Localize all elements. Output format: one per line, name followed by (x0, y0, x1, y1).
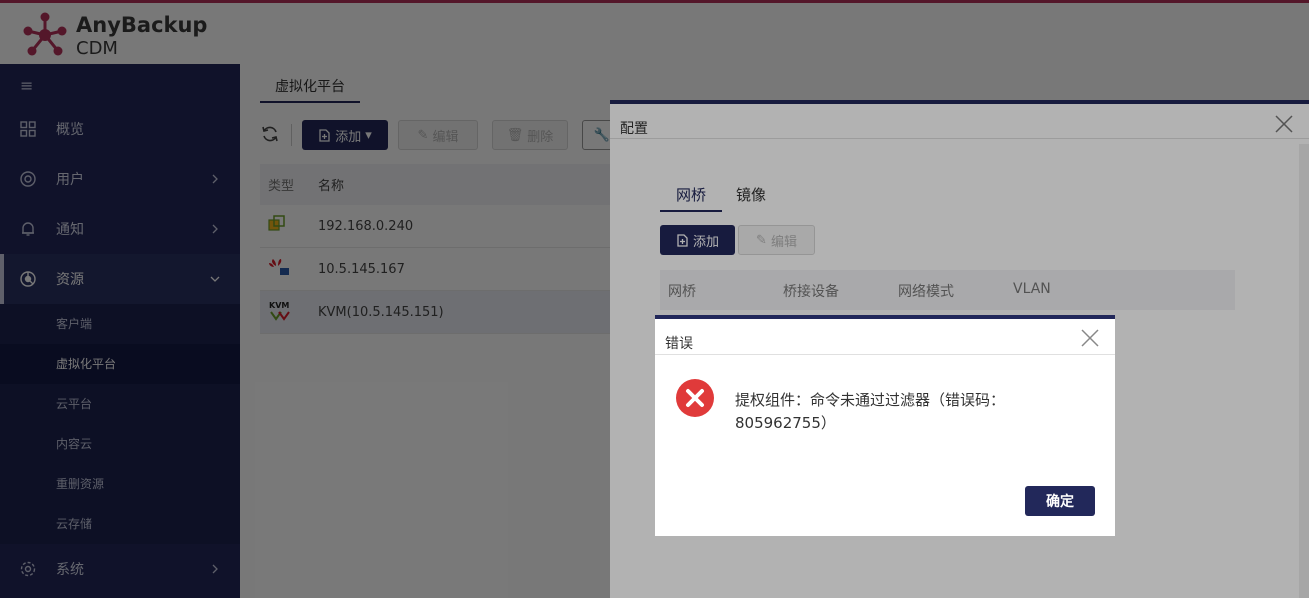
error-icon (676, 379, 714, 417)
close-icon[interactable] (1079, 327, 1101, 349)
ok-button[interactable]: 确定 (1025, 486, 1095, 516)
error-message: 提权组件：命令未通过过滤器（错误码：805962755） (735, 391, 1006, 432)
error-dialog: 错误 提权组件：命令未通过过滤器（错误码：805962755） 确定 (655, 315, 1115, 536)
divider (655, 354, 1115, 355)
error-dialog-title: 错误 (665, 336, 693, 352)
